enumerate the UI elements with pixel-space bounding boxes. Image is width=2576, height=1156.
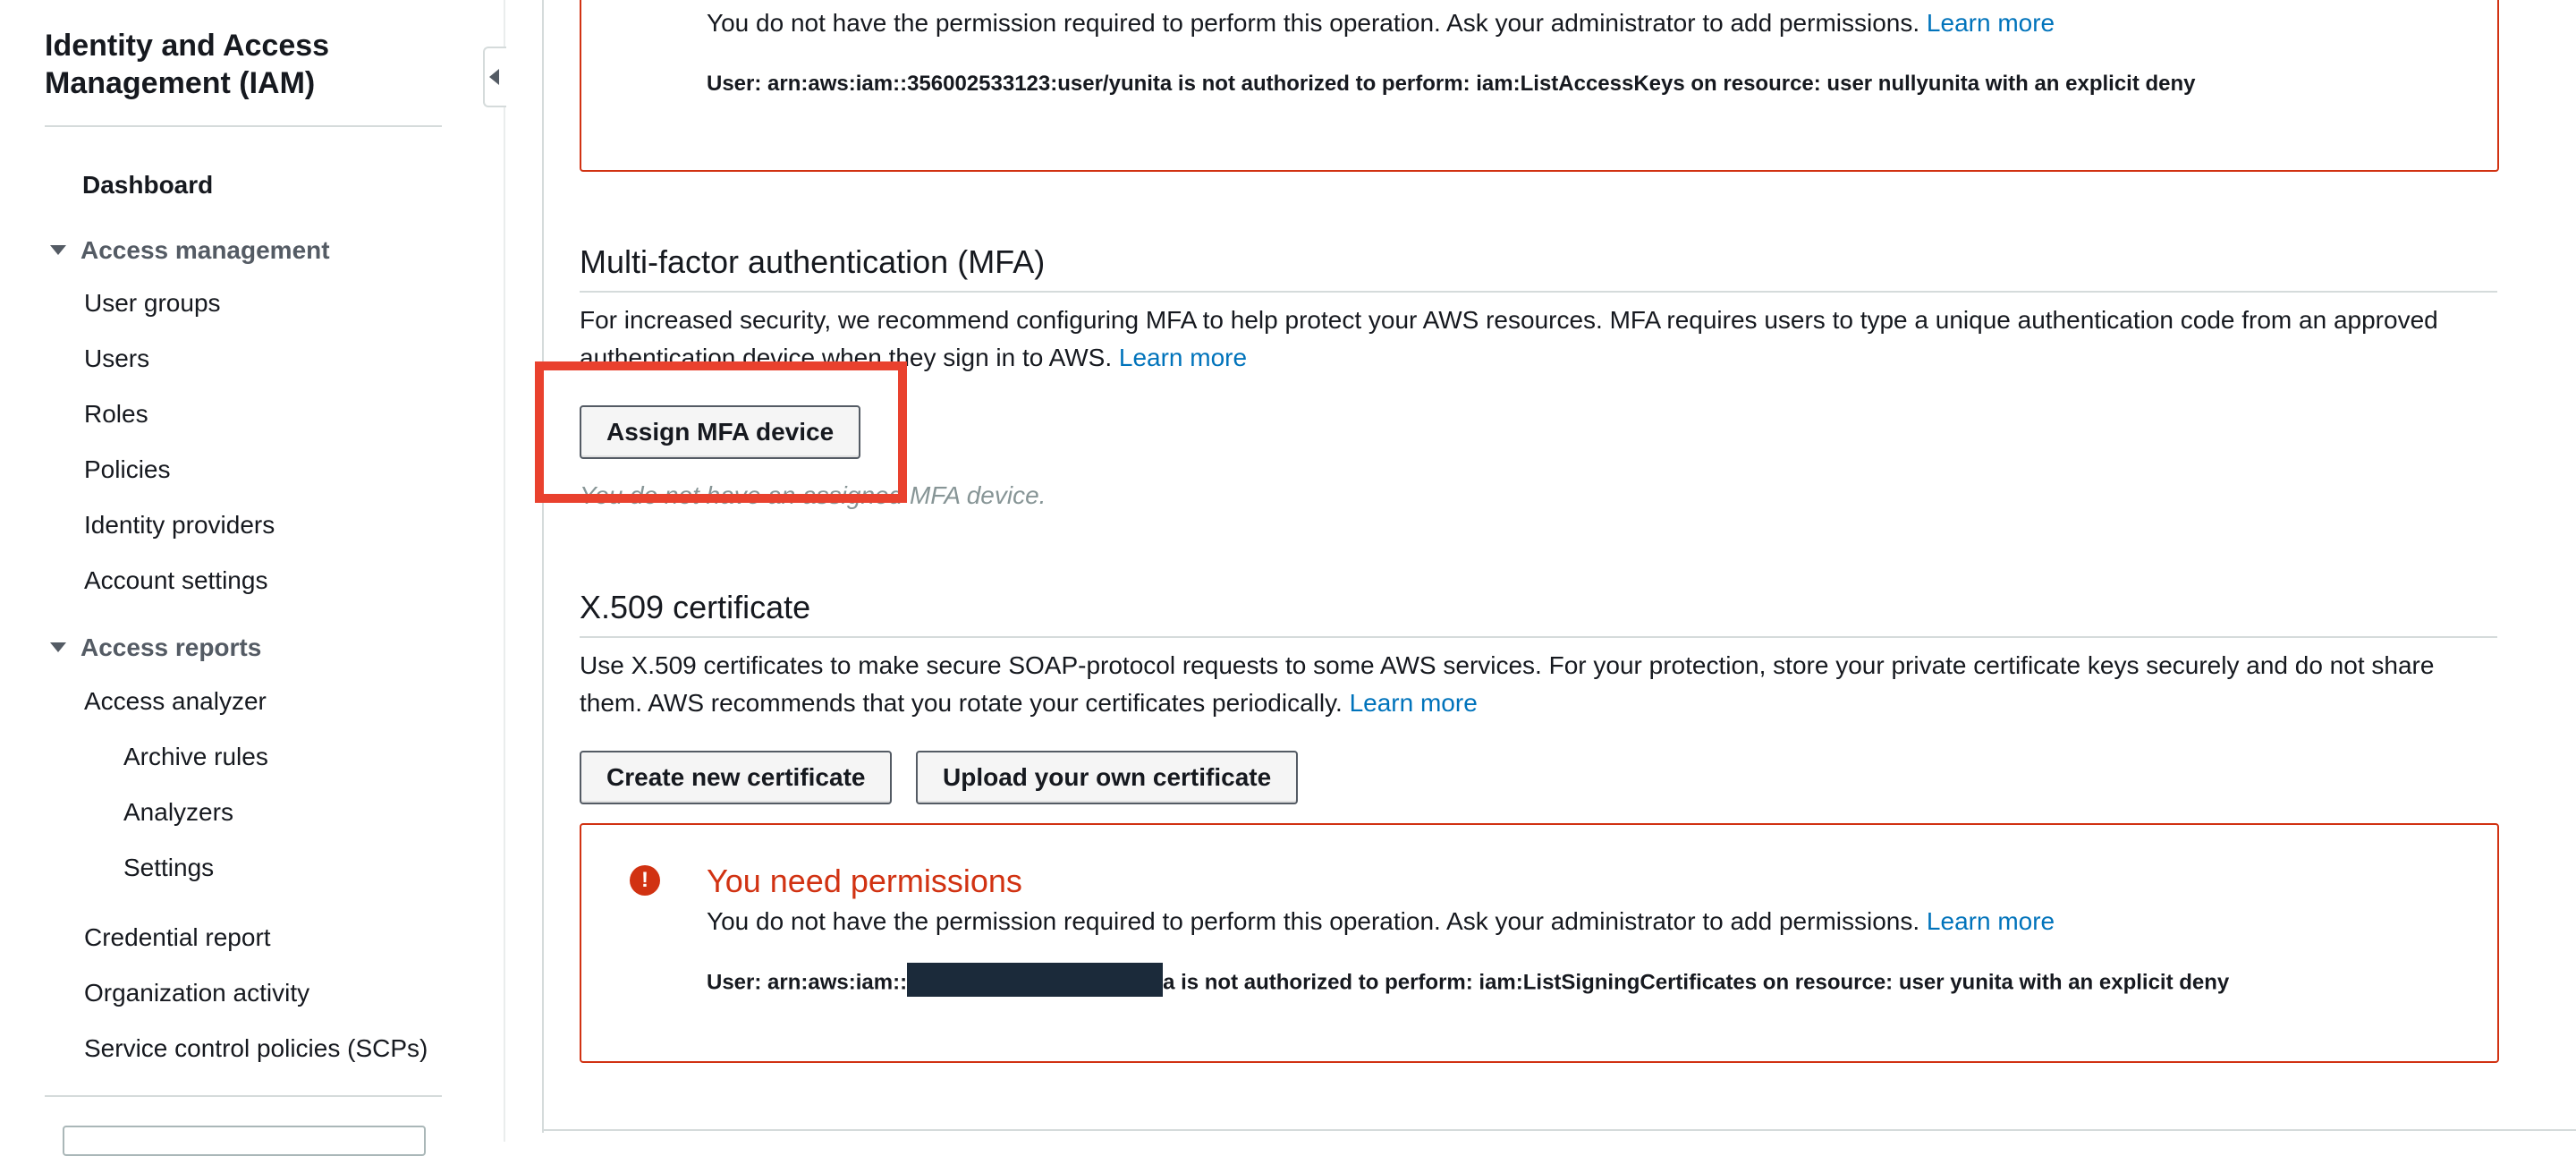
sidebar-divider bbox=[45, 1095, 442, 1097]
sidebar-section-access-management[interactable]: Access management bbox=[50, 235, 330, 266]
section-divider bbox=[580, 291, 2497, 293]
caret-down-icon bbox=[50, 642, 66, 653]
learn-more-link[interactable]: Learn more bbox=[1119, 344, 1247, 371]
learn-more-link[interactable]: Learn more bbox=[1350, 689, 1478, 717]
sidebar-divider bbox=[45, 125, 442, 127]
redaction-block bbox=[907, 963, 1164, 997]
no-mfa-device-text: You do not have an assigned MFA device. bbox=[580, 481, 1046, 509]
sidebar-item-user-groups[interactable]: User groups bbox=[84, 288, 221, 319]
sidebar-section-access-reports[interactable]: Access reports bbox=[50, 633, 261, 663]
sidebar-item-analyzers[interactable]: Analyzers bbox=[123, 797, 233, 828]
sidebar: Identity and Access Management (IAM) Das… bbox=[0, 0, 505, 1156]
sidebar-title[interactable]: Identity and Access Management (IAM) bbox=[45, 27, 456, 102]
error-title: You need permissions bbox=[707, 863, 1022, 899]
learn-more-link[interactable]: Learn more bbox=[1927, 9, 2055, 37]
learn-more-link[interactable]: Learn more bbox=[1927, 907, 2055, 935]
error-message: You do not have the permission required … bbox=[707, 907, 2055, 936]
content-left-border bbox=[542, 0, 544, 1133]
sidebar-section-label: Access reports bbox=[80, 633, 262, 661]
x509-section-title: X.509 certificate bbox=[580, 589, 811, 625]
assign-mfa-device-button[interactable]: Assign MFA device bbox=[580, 405, 861, 459]
x509-description: Use X.509 certificates to make secure SO… bbox=[580, 647, 2503, 722]
sidebar-item-policies[interactable]: Policies bbox=[84, 455, 170, 485]
sidebar-item-archive-rules[interactable]: Archive rules bbox=[123, 742, 268, 772]
caret-down-icon bbox=[50, 245, 66, 256]
upload-certificate-button[interactable]: Upload your own certificate bbox=[916, 751, 1299, 804]
sidebar-item-settings[interactable]: Settings bbox=[123, 853, 214, 883]
sidebar-section-label: Access management bbox=[80, 236, 330, 264]
section-divider bbox=[580, 636, 2497, 638]
x509-description-text: Use X.509 certificates to make secure SO… bbox=[580, 651, 2435, 717]
error-detail-prefix: User: arn:aws:iam:: bbox=[707, 970, 908, 995]
caret-left-icon bbox=[489, 69, 499, 85]
error-message-text: You do not have the permission required … bbox=[707, 9, 1920, 37]
sidebar-item-dashboard[interactable]: Dashboard bbox=[82, 170, 213, 200]
error-detail: User: arn:aws:iam::356002533123:user/yun… bbox=[707, 72, 2196, 96]
error-alert-signing-certificates: ! You need permissions You do not have t… bbox=[580, 823, 2499, 1063]
error-message-text: You do not have the permission required … bbox=[707, 907, 1920, 935]
sidebar-item-identity-providers[interactable]: Identity providers bbox=[84, 510, 275, 540]
sidebar-item-access-analyzer[interactable]: Access analyzer bbox=[84, 686, 267, 717]
sidebar-item-scps[interactable]: Service control policies (SCPs) bbox=[84, 1033, 428, 1064]
create-new-certificate-button[interactable]: Create new certificate bbox=[580, 751, 893, 804]
sidebar-item-users[interactable]: Users bbox=[84, 344, 149, 374]
error-alert-access-keys: You do not have the permission required … bbox=[580, 0, 2499, 172]
sidebar-item-roles[interactable]: Roles bbox=[84, 399, 148, 429]
alert-icon: ! bbox=[630, 865, 660, 896]
sidebar-item-credential-report[interactable]: Credential report bbox=[84, 922, 271, 953]
sidebar-item-account-settings[interactable]: Account settings bbox=[84, 565, 267, 596]
error-detail: User: arn:aws:iam:: a is not authorized t… bbox=[707, 963, 2230, 997]
sidebar-item-organization-activity[interactable]: Organization activity bbox=[84, 978, 309, 1008]
content-bottom-border bbox=[542, 1129, 2576, 1131]
error-message: You do not have the permission required … bbox=[707, 9, 2055, 38]
mfa-description: For increased security, we recommend con… bbox=[580, 302, 2503, 377]
error-detail-suffix: a is not authorized to perform: iam:List… bbox=[1163, 970, 2230, 995]
mfa-section-title: Multi-factor authentication (MFA) bbox=[580, 243, 1046, 280]
sidebar-search-box[interactable] bbox=[63, 1126, 426, 1156]
mfa-description-text: For increased security, we recommend con… bbox=[580, 306, 2438, 371]
collapse-sidebar-button[interactable] bbox=[483, 47, 506, 107]
